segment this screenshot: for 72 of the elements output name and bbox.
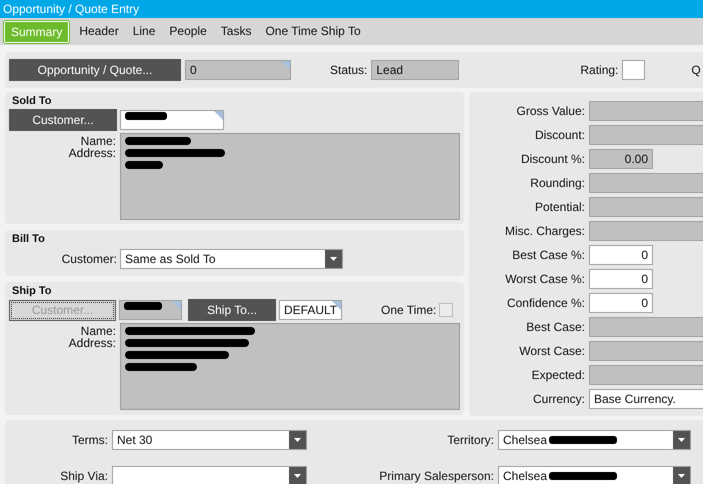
- field-label: Territory:: [447, 432, 494, 447]
- ship-to-button[interactable]: Ship To...: [188, 299, 276, 321]
- section-title: Bill To: [11, 233, 46, 247]
- field-label: Expected:: [530, 368, 586, 382]
- tab[interactable]: Header: [73, 20, 125, 42]
- field-label: Best Case %:: [511, 248, 586, 262]
- caret-icon: [678, 474, 685, 478]
- redaction-mark: [549, 471, 618, 482]
- value-field[interactable]: [589, 317, 703, 337]
- section-title: Ship To: [11, 285, 53, 299]
- address-label: Address:: [68, 147, 116, 159]
- field-label: Q: [691, 63, 701, 77]
- section-title: Sold To: [11, 95, 53, 109]
- bill-to-customer-select[interactable]: Same as Sold To: [120, 249, 343, 269]
- value-field[interactable]: [589, 341, 703, 361]
- value-field[interactable]: [589, 101, 703, 121]
- tab[interactable]: Line: [126, 20, 162, 42]
- address-label: Address:: [68, 337, 116, 349]
- one-time-label: One Time:: [381, 303, 436, 317]
- caret-icon: [330, 257, 337, 261]
- value-field[interactable]: [589, 125, 703, 145]
- value-input[interactable]: 0: [589, 269, 653, 289]
- customer-id-field[interactable]: [120, 110, 224, 130]
- field-label: Terms:: [72, 432, 108, 447]
- status-field[interactable]: Lead: [371, 60, 460, 80]
- opportunity-number-field[interactable]: 0: [185, 60, 291, 80]
- tab[interactable]: Tasks: [214, 20, 258, 42]
- field-label: Discount %:: [520, 152, 586, 166]
- field-label: Misc. Charges:: [504, 224, 586, 238]
- field-label: Worst Case %:: [504, 272, 586, 286]
- redaction-mark: [125, 111, 167, 121]
- field-label: Best Case:: [525, 320, 586, 334]
- window-title: Opportunity / Quote Entry: [0, 0, 703, 18]
- field-label: Gross Value:: [516, 104, 586, 118]
- field-label: Primary Salesperson:: [379, 469, 494, 484]
- field-label: Confidence %:: [506, 296, 586, 310]
- value-field[interactable]: 0.00: [589, 149, 653, 169]
- name-label: Name:: [80, 325, 116, 337]
- customer-label: Customer:: [60, 252, 117, 266]
- tab[interactable]: One Time Ship To: [259, 20, 367, 42]
- redaction-mark: [549, 434, 618, 445]
- caret-icon: [678, 438, 685, 442]
- dropdown[interactable]: Chelsea: [498, 430, 691, 450]
- field-label: Currency:: [532, 392, 586, 406]
- value-input[interactable]: 0: [589, 293, 653, 313]
- ship-to-code-field[interactable]: DEFAULT: [279, 300, 342, 320]
- value-field[interactable]: [589, 197, 703, 217]
- opportunity-button[interactable]: Opportunity / Quote...: [9, 59, 181, 81]
- value-field[interactable]: [589, 173, 703, 193]
- name-label: Name:: [80, 135, 116, 147]
- rating-label: Rating:: [580, 63, 618, 77]
- value-field[interactable]: [589, 221, 703, 241]
- field-label: Ship Via:: [60, 469, 108, 484]
- caret-icon: [294, 474, 301, 478]
- rating-field[interactable]: [622, 60, 646, 80]
- redaction-mark: [124, 301, 162, 311]
- field-label: Rounding:: [529, 176, 586, 190]
- value-field[interactable]: [589, 365, 703, 385]
- customer-id-field[interactable]: [119, 300, 182, 320]
- field-label: Worst Case:: [518, 344, 586, 358]
- value-input[interactable]: 0: [589, 245, 653, 265]
- tab[interactable]: People: [163, 20, 213, 42]
- dropdown[interactable]: Net 30: [112, 430, 307, 450]
- dropdown[interactable]: [112, 466, 307, 484]
- one-time-checkbox[interactable]: [439, 303, 454, 317]
- field-label: Discount:: [534, 128, 586, 142]
- status-label: Status:: [330, 63, 368, 77]
- dropdown[interactable]: Chelsea: [498, 466, 691, 484]
- customer-button[interactable]: Customer...: [9, 109, 117, 131]
- currency-field[interactable]: Base Currency.: [589, 389, 703, 409]
- field-label: Potential:: [534, 200, 586, 214]
- caret-icon: [294, 438, 301, 442]
